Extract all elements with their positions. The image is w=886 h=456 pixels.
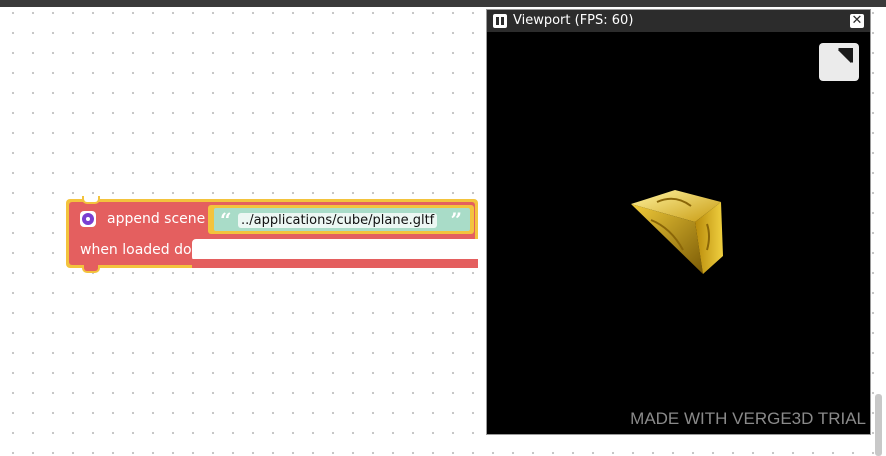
next-connection-notch <box>82 265 100 273</box>
block-body[interactable]: append scene when loaded do “ ../applica… <box>69 202 478 268</box>
append-scene-label: append scene <box>107 211 206 227</box>
pause-icon[interactable] <box>493 14 507 28</box>
viewport-title-bar[interactable]: Viewport (FPS: 60) ✕ <box>487 10 870 32</box>
top-bar <box>0 0 886 7</box>
viewport-window[interactable]: Viewport (FPS: 60) ✕ MADE WITH VERGE3D T… <box>486 9 871 435</box>
when-loaded-label: when loaded do <box>80 242 192 258</box>
previous-connection-notch <box>82 196 100 204</box>
text-block-body[interactable]: “ ../applications/cube/plane.gltf ” <box>214 208 470 232</box>
text-block[interactable]: “ ../applications/cube/plane.gltf ” <box>208 205 474 234</box>
url-text-field[interactable]: ../applications/cube/plane.gltf <box>238 213 438 228</box>
gold-cube-model <box>631 190 723 274</box>
fullscreen-icon <box>837 47 854 64</box>
trial-watermark: MADE WITH VERGE3D TRIAL <box>630 409 866 428</box>
fullscreen-button[interactable] <box>819 43 859 81</box>
close-quote-icon: ” <box>450 208 462 232</box>
workspace-scrollbar[interactable] <box>875 394 882 456</box>
open-quote-icon: “ <box>220 208 232 232</box>
close-icon[interactable]: ✕ <box>850 14 864 28</box>
gear-icon[interactable] <box>80 211 96 227</box>
block-bottom-arm <box>192 259 478 268</box>
statement-input-slot[interactable] <box>192 239 478 261</box>
viewport-title: Viewport (FPS: 60) <box>513 13 634 28</box>
append-scene-block[interactable]: append scene when loaded do “ ../applica… <box>66 196 478 273</box>
